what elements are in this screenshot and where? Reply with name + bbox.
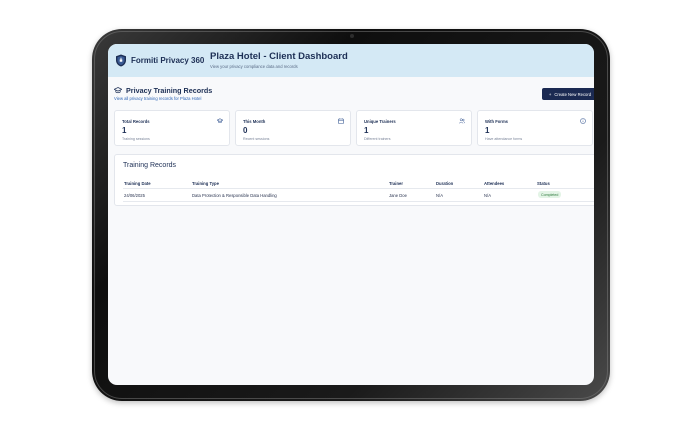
app-screen: Formiti Privacy 360 Plaza Hotel - Client… (108, 44, 594, 385)
header-divider (123, 188, 594, 189)
stat-value: 1 (485, 126, 490, 135)
info-icon (580, 118, 586, 124)
create-new-record-button[interactable]: + Create New Record (542, 88, 594, 100)
stat-description: Training sessions (122, 137, 150, 141)
stat-card-unique-trainers: Unique Trainers 1 Different trainers (356, 110, 472, 146)
stat-value: 0 (243, 126, 248, 135)
camera-dot (350, 34, 354, 38)
section-subtitle: View all privacy training records for Pl… (114, 96, 202, 101)
stat-label: Unique Trainers (364, 119, 396, 124)
stat-card-this-month: This Month 0 Recent sessions (235, 110, 351, 146)
stat-value: 1 (364, 126, 369, 135)
users-icon (459, 118, 465, 124)
section-header: Privacy Training Records (114, 86, 212, 95)
stat-label: This Month (243, 119, 266, 124)
section-title: Privacy Training Records (126, 86, 213, 95)
plus-icon: + (548, 91, 552, 97)
column-header-attendees[interactable]: Attendees (484, 181, 504, 186)
stat-label: With Forms (485, 119, 508, 124)
cell-training-date: 24/06/2025 (124, 193, 145, 198)
page-subtitle: View your privacy compliance data and re… (210, 64, 298, 69)
stat-description: Have attendance forms (485, 137, 523, 141)
cell-trainer: Jane Doe (389, 193, 407, 198)
create-button-label: Create New Record (554, 91, 592, 97)
page-title: Plaza Hotel - Client Dashboard (210, 51, 348, 62)
row-divider (123, 201, 594, 202)
column-header-training-date[interactable]: Training Date (124, 181, 151, 186)
stat-label: Total Records (122, 119, 150, 124)
column-header-trainer[interactable]: Trainer (389, 181, 403, 186)
brand-name: Formiti Privacy 360 (131, 56, 205, 65)
stat-description: Different trainers (364, 137, 391, 141)
column-header-duration[interactable]: Duration (436, 181, 453, 186)
cell-training-type: Data Protection & Responsible Data Handl… (192, 193, 277, 198)
calendar-icon (338, 118, 344, 124)
app-header: Formiti Privacy 360 Plaza Hotel - Client… (108, 44, 594, 77)
table-title: Training Records (123, 162, 177, 169)
column-header-status[interactable]: Status (537, 181, 550, 186)
training-records-panel: Training Records Training Date Training … (114, 154, 594, 206)
status-badge: Completed (538, 191, 562, 198)
column-header-training-type[interactable]: Training Type (192, 181, 219, 186)
stat-description: Recent sessions (243, 137, 270, 141)
cell-attendees: N/A (484, 193, 491, 198)
stat-value: 1 (122, 126, 127, 135)
stat-card-with-forms: With Forms 1 Have attendance forms (477, 110, 593, 146)
shield-logo-icon (116, 54, 126, 67)
graduation-cap-icon (217, 118, 223, 123)
graduation-cap-icon (114, 87, 122, 94)
brand[interactable]: Formiti Privacy 360 (115, 54, 204, 67)
cell-duration: N/A (436, 193, 443, 198)
stat-card-total-records: Total Records 1 Training sessions (114, 110, 230, 146)
